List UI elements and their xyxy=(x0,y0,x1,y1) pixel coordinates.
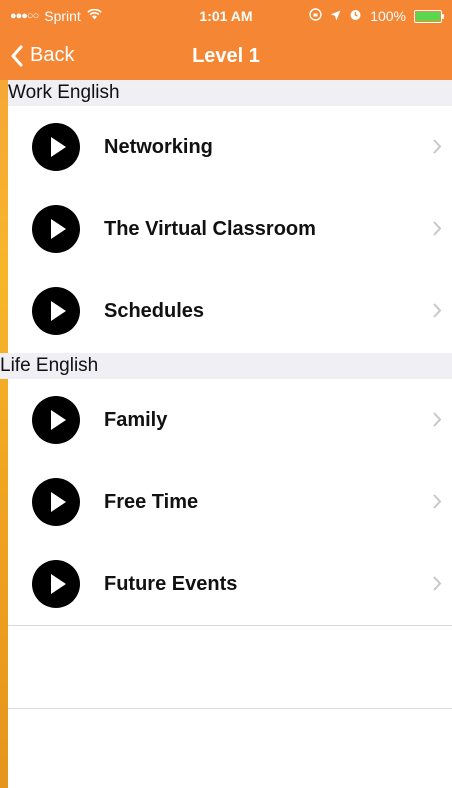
lesson-label: Schedules xyxy=(104,300,205,322)
lesson-row-free-time[interactable]: Free Time xyxy=(8,461,452,544)
status-bar: ●●●○○ Sprint 1:01 AM 100% xyxy=(0,0,452,34)
play-icon xyxy=(32,287,80,335)
chevron-right-icon xyxy=(433,221,442,236)
carrier-name: Sprint xyxy=(44,8,81,24)
section-title: Life English xyxy=(0,355,99,376)
location-icon xyxy=(330,8,341,24)
play-icon xyxy=(32,205,80,253)
battery-icon xyxy=(414,9,444,23)
chevron-right-icon xyxy=(433,303,442,318)
section-header-life-english: Life English xyxy=(0,353,452,379)
wifi-icon xyxy=(87,8,102,23)
status-right: 100% xyxy=(309,8,444,24)
play-icon xyxy=(32,123,80,171)
lesson-row-future-events[interactable]: Future Events xyxy=(8,543,452,626)
lesson-label: Free Time xyxy=(104,491,199,513)
page-title: Level 1 xyxy=(192,45,260,67)
navigation-bar: Back Level 1 xyxy=(0,34,452,80)
chevron-right-icon xyxy=(433,494,442,509)
background-strip xyxy=(0,0,8,788)
play-icon xyxy=(32,396,80,444)
alarm-icon xyxy=(349,8,362,24)
lesson-row-schedules[interactable]: Schedules xyxy=(8,270,452,352)
lesson-row-family[interactable]: Family xyxy=(8,379,452,462)
empty-row xyxy=(8,626,452,709)
section-header-work-english: Work English xyxy=(8,80,452,106)
lesson-row-networking[interactable]: Networking xyxy=(8,106,452,189)
lesson-label: The Virtual Classroom xyxy=(104,218,316,240)
lesson-row-virtual-classroom[interactable]: The Virtual Classroom xyxy=(8,188,452,271)
lesson-label: Family xyxy=(104,409,168,431)
chevron-right-icon xyxy=(433,576,442,591)
lesson-label: Networking xyxy=(104,136,213,158)
play-icon xyxy=(32,560,80,608)
chevron-right-icon xyxy=(433,139,442,154)
status-left: ●●●○○ Sprint xyxy=(10,8,102,24)
chevron-right-icon xyxy=(433,412,442,427)
battery-percent: 100% xyxy=(370,8,406,24)
section-title: Work English xyxy=(8,82,120,103)
play-icon xyxy=(32,478,80,526)
signal-strength-icon: ●●●○○ xyxy=(10,10,39,22)
rotation-lock-icon xyxy=(309,8,322,24)
lesson-label: Future Events xyxy=(104,573,238,595)
